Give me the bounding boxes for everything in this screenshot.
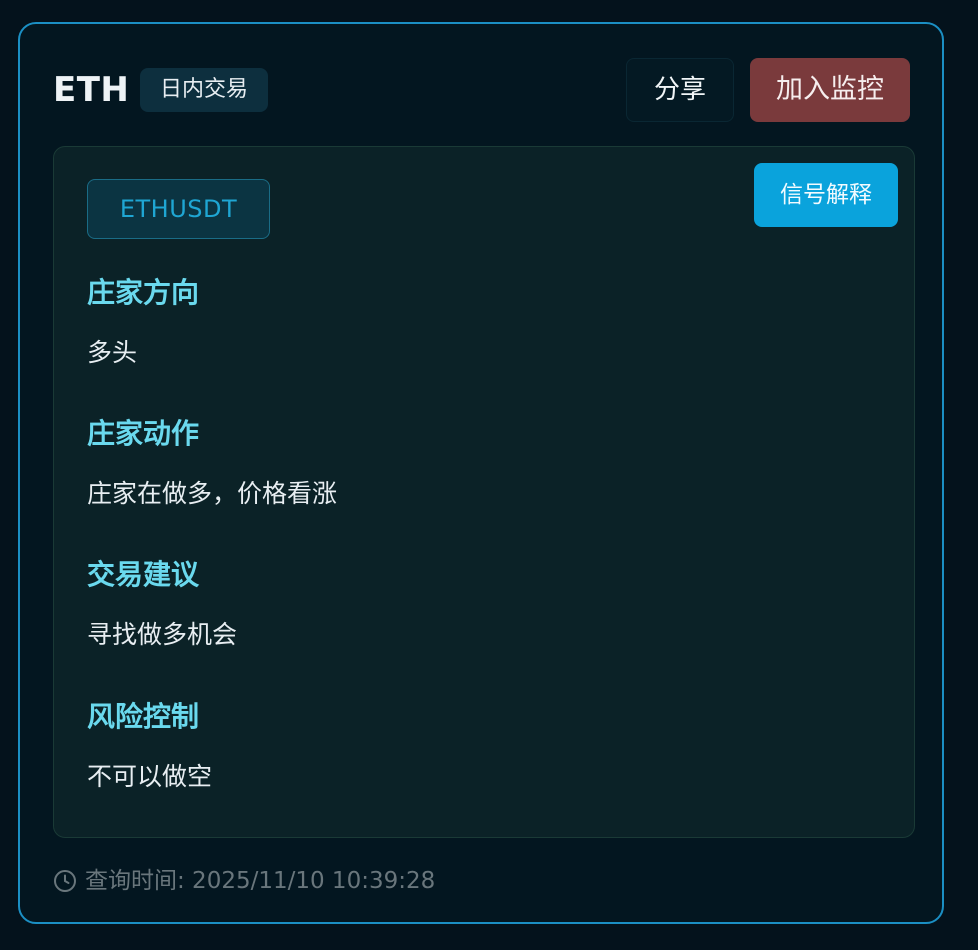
add-monitor-button[interactable]: 加入监控 [750,58,910,122]
card-header: ETH 日内交易 分享 加入监控 [53,58,910,122]
section-action: 庄家动作 庄家在做多，价格看涨 [87,416,337,510]
trade-mode-tag: 日内交易 [140,68,269,112]
section-body: 庄家在做多，价格看涨 [87,479,338,508]
section-title: 交易建议 [87,558,200,591]
pair-badge: ETHUSDT [87,179,270,239]
symbol-title: ETH [53,70,130,110]
clock-icon [54,870,76,892]
signal-detail-panel: ETHUSDT 信号解释 庄家方向 多头 庄家动作 庄家在做多，价格看涨 交易建… [53,146,915,838]
query-time-text: 查询时间: 2025/11/10 10:39:28 [85,868,436,894]
section-title: 风险控制 [87,700,200,733]
section-body: 不可以做空 [87,762,213,791]
signal-explain-button[interactable]: 信号解释 [754,163,898,227]
section-title: 庄家动作 [87,417,200,450]
section-advice: 交易建议 寻找做多机会 [87,557,237,651]
share-button[interactable]: 分享 [626,58,734,122]
section-body: 寻找做多机会 [87,620,238,649]
section-title: 庄家方向 [87,276,200,309]
section-direction: 庄家方向 多头 [87,275,199,369]
section-body: 多头 [87,338,138,367]
signal-card: ETH 日内交易 分享 加入监控 ETHUSDT 信号解释 庄家方向 多头 庄家… [18,22,944,924]
section-risk: 风险控制 不可以做空 [87,699,212,793]
